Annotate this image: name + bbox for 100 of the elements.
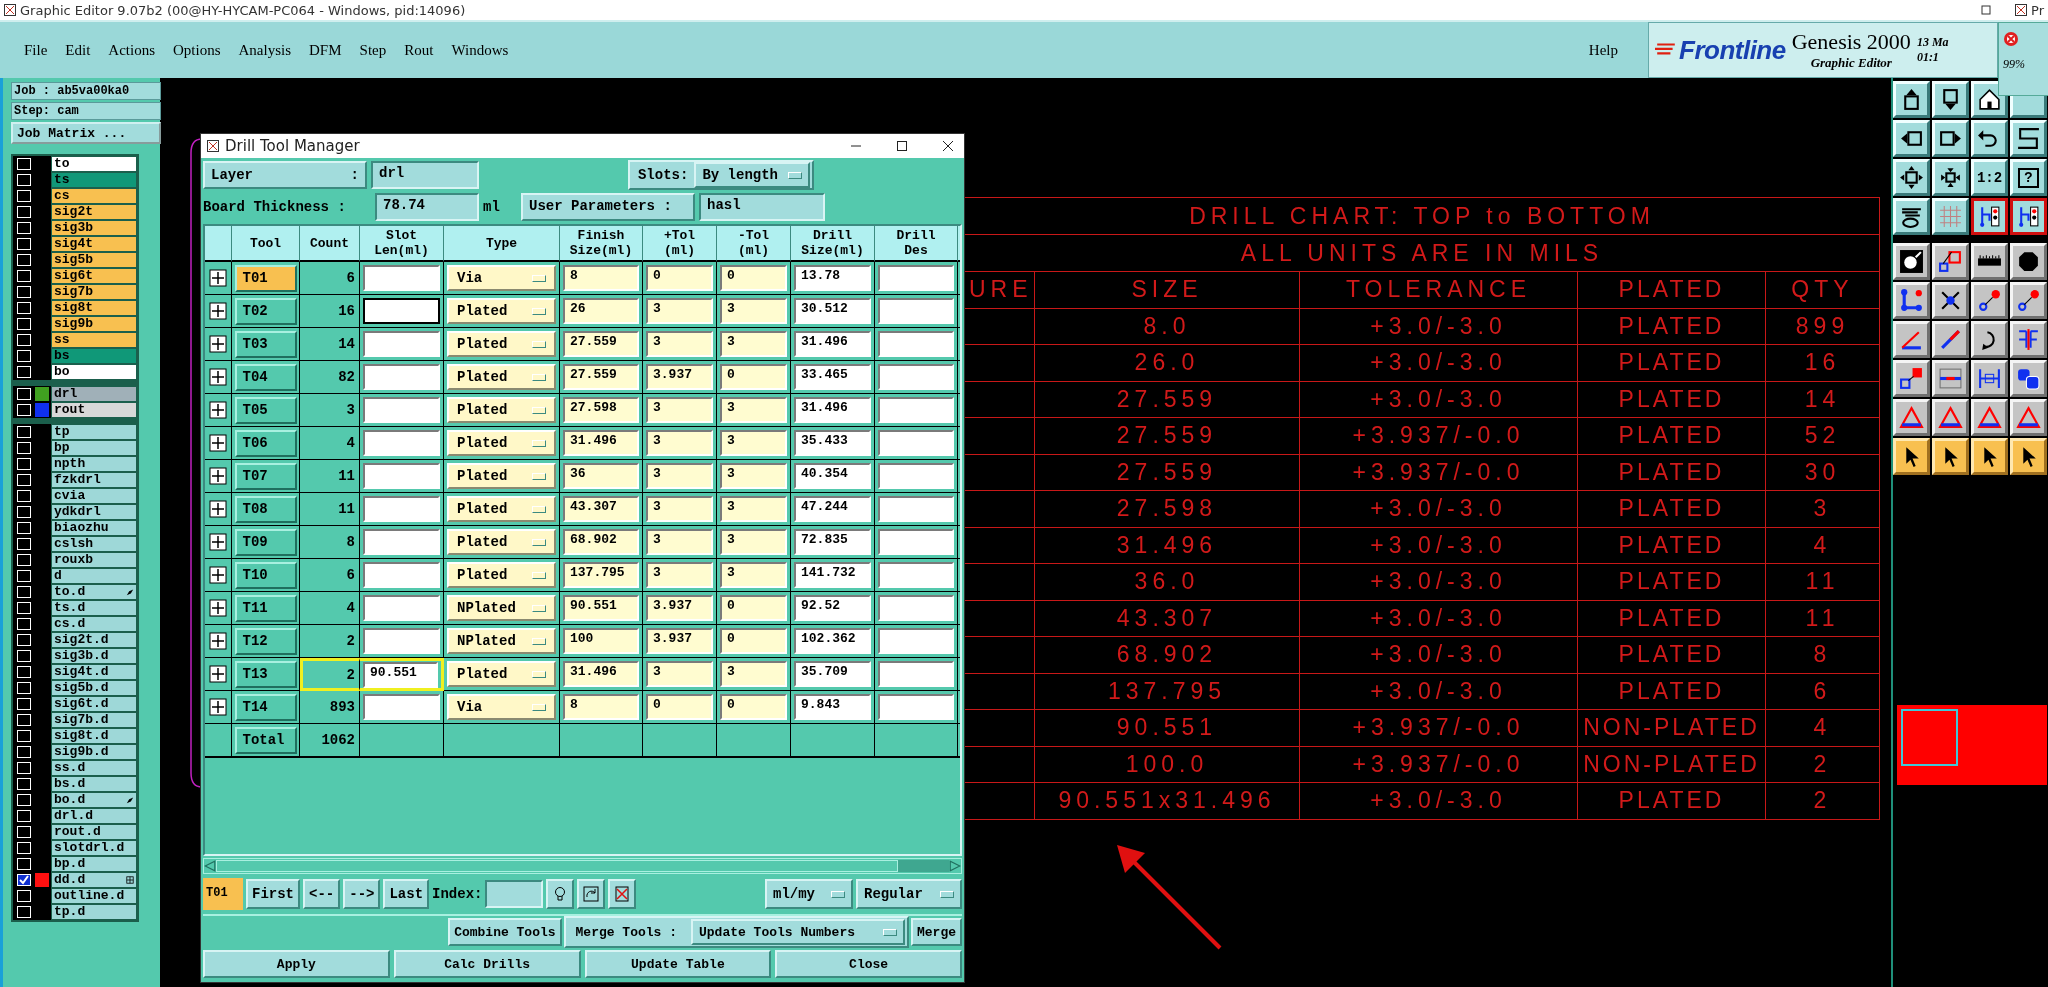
plus-tol-field[interactable]: 3.937 [646, 364, 713, 390]
layer-field[interactable]: drl [371, 161, 479, 189]
drill-size-field[interactable]: 102.362 [794, 628, 871, 654]
drill-size-field[interactable]: 35.709 [794, 661, 871, 687]
layer-name[interactable]: ss.d [51, 760, 137, 776]
layer-checkbox[interactable] [17, 778, 31, 790]
layer-name[interactable]: sig7b [51, 284, 137, 300]
layer-name[interactable]: bo.d [51, 792, 137, 808]
layer-name[interactable]: to [51, 156, 137, 172]
layer-name[interactable]: sig6t [51, 268, 137, 284]
layer-checkbox[interactable] [17, 586, 31, 598]
layer-checkbox[interactable] [17, 906, 31, 918]
drill-size-field[interactable]: 35.433 [794, 430, 871, 456]
plus-tol-field[interactable]: 3 [646, 463, 713, 489]
slot-length-field[interactable] [363, 529, 440, 555]
layer-name[interactable]: rout.d [51, 824, 137, 840]
layer-name[interactable]: sig5b.d [51, 680, 137, 696]
tool-button[interactable]: T06 [234, 429, 297, 457]
slot-length-field[interactable] [363, 331, 440, 357]
plus-tol-field[interactable]: 3 [646, 661, 713, 687]
layer-checkbox[interactable] [17, 890, 31, 902]
layer-name[interactable]: drl [51, 386, 137, 402]
layer-name[interactable]: sig9b [51, 316, 137, 332]
layer-checkbox[interactable] [17, 366, 31, 378]
menu-item[interactable]: Analysis [238, 41, 292, 59]
layer-checkbox[interactable] [17, 302, 31, 314]
layer-name[interactable]: sig4t.d [51, 664, 137, 680]
plus-icon[interactable] [209, 632, 227, 650]
layer-checkbox[interactable] [17, 474, 31, 486]
layer-name[interactable]: bp [51, 440, 137, 456]
layer-checkbox[interactable] [17, 602, 31, 614]
drill-des-field[interactable] [878, 331, 954, 357]
scroll-right-icon[interactable] [949, 860, 961, 872]
menu-item[interactable]: Edit [65, 41, 91, 59]
plus-tol-field[interactable]: 3 [646, 331, 713, 357]
layer-checkbox[interactable] [17, 618, 31, 630]
layer-name[interactable]: bs [51, 348, 137, 364]
minus-tol-field[interactable]: 0 [720, 595, 787, 621]
drill-des-field[interactable] [878, 463, 954, 489]
finish-size-field[interactable]: 27.559 [563, 331, 639, 357]
type-dropdown[interactable]: Plated [447, 298, 556, 324]
navigation-button[interactable]: First [246, 879, 300, 909]
drill-des-field[interactable] [878, 265, 954, 291]
finish-size-field[interactable]: 90.551 [563, 595, 639, 621]
layer-name[interactable]: ss [51, 332, 137, 348]
slot-length-field[interactable]: 90.551 [363, 661, 438, 688]
tool-button[interactable]: T13 [234, 660, 297, 688]
layer-checkbox[interactable] [17, 826, 31, 838]
minus-tol-field[interactable]: 3 [720, 463, 787, 489]
scroll-left-icon[interactable] [204, 860, 216, 872]
layer-name[interactable]: ydkdrl [51, 504, 137, 520]
plus-tol-field[interactable]: 0 [646, 265, 713, 291]
close-icon[interactable] [942, 140, 954, 152]
layer-name[interactable]: cvia [51, 488, 137, 504]
action-button[interactable]: Update Table [584, 950, 772, 978]
layer-name[interactable]: rouxb [51, 552, 137, 568]
drill-des-field[interactable] [878, 496, 954, 522]
type-dropdown[interactable]: Plated [447, 529, 556, 555]
slots-dropdown[interactable]: By length [694, 162, 810, 188]
layer-name[interactable]: sig4t [51, 236, 137, 252]
drill-des-field[interactable] [878, 562, 954, 588]
minus-tol-field[interactable]: 3 [720, 562, 787, 588]
plus-icon[interactable] [209, 467, 227, 485]
drill-des-field[interactable] [878, 628, 954, 654]
layer-checkbox[interactable] [17, 842, 31, 854]
layer-checkbox[interactable] [17, 426, 31, 438]
drill-des-field[interactable] [878, 529, 954, 555]
slot-length-field[interactable] [363, 430, 440, 456]
layer-name[interactable]: npth [51, 456, 137, 472]
plus-tol-field[interactable]: 3 [646, 397, 713, 423]
layer-checkbox[interactable] [17, 570, 31, 582]
finish-size-field[interactable]: 8 [563, 694, 639, 720]
layer-name[interactable]: fzkdrl [51, 472, 137, 488]
layer-checkbox[interactable] [17, 858, 31, 870]
layer-name[interactable]: ts [51, 172, 137, 188]
type-dropdown[interactable]: Plated [447, 562, 556, 588]
layer-name[interactable]: sig7b.d [51, 712, 137, 728]
finish-size-field[interactable]: 68.902 [563, 529, 639, 555]
slot-length-field[interactable] [363, 298, 440, 324]
plus-tol-field[interactable]: 0 [646, 694, 713, 720]
finish-size-field[interactable]: 26 [563, 298, 639, 324]
tool-button[interactable]: T01 [234, 264, 297, 292]
tool-button[interactable]: T14 [234, 693, 297, 721]
layer-checkbox[interactable] [17, 388, 31, 400]
action-button[interactable]: Apply [203, 950, 390, 978]
finish-size-field[interactable]: 27.598 [563, 397, 639, 423]
mode-dropdown[interactable]: Regular [856, 879, 962, 909]
layer-name[interactable]: sig9b.d [51, 744, 137, 760]
slot-length-field[interactable] [363, 496, 440, 522]
toolbar-button[interactable]: 1:2 [1971, 159, 2008, 196]
minus-tol-field[interactable]: 3 [720, 496, 787, 522]
layer-name[interactable]: biaozhu [51, 520, 137, 536]
plus-icon[interactable] [209, 401, 227, 419]
type-dropdown[interactable]: NPlated [447, 595, 556, 621]
tool-button[interactable]: T04 [234, 363, 297, 391]
drill-size-field[interactable]: 31.496 [794, 331, 871, 357]
layer-checkbox[interactable] [17, 174, 31, 186]
type-dropdown[interactable]: Plated [447, 364, 556, 390]
action-button[interactable]: Close [775, 950, 962, 978]
plus-icon[interactable] [209, 698, 227, 716]
